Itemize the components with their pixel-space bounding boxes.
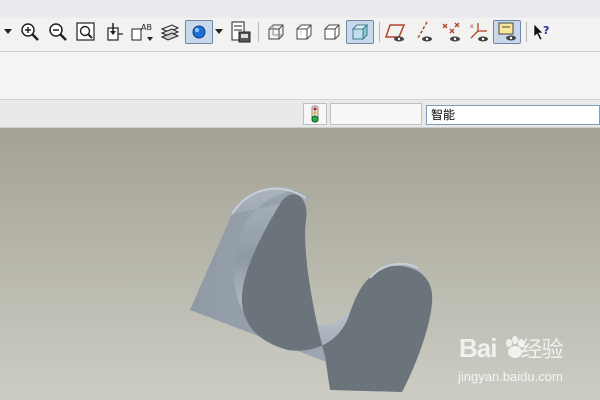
toolbar-separator (258, 22, 259, 42)
message-area (0, 52, 600, 100)
watermark-url: jingyan.baidu.com (458, 369, 563, 384)
shading-icon[interactable] (346, 20, 374, 44)
reorient-icon[interactable] (102, 20, 126, 44)
svg-text:?: ? (543, 24, 549, 37)
dropdown-arrow-icon[interactable] (2, 20, 14, 44)
paw-logo-icon (506, 336, 524, 358)
named-view-icon[interactable]: AB (130, 20, 156, 44)
hidden-line-icon[interactable] (292, 20, 316, 44)
toolbar-top-strip (0, 0, 600, 18)
toolbar-separator (526, 22, 527, 42)
datum-axis-icon[interactable] (412, 20, 436, 44)
no-hidden-icon[interactable] (320, 20, 344, 44)
named-view-label: AB (141, 23, 152, 32)
toolbar-separator (379, 22, 380, 42)
status-message-panel (0, 103, 300, 125)
spin-center-icon[interactable] (185, 20, 213, 44)
annotation-display-icon[interactable] (493, 20, 521, 44)
zoom-in-icon[interactable] (18, 20, 42, 44)
datum-plane-icon[interactable] (384, 20, 408, 44)
context-help-icon[interactable]: ? (529, 20, 553, 44)
selection-filter-select[interactable]: 智能 (426, 105, 600, 125)
regen-status-panel[interactable] (303, 103, 327, 125)
svg-text:x: x (470, 23, 474, 30)
datum-point-icon[interactable] (440, 20, 464, 44)
coordinate-system-icon[interactable]: x (468, 20, 492, 44)
traffic-light-icon (311, 105, 319, 123)
save-view-icon[interactable] (229, 20, 253, 44)
layers-icon[interactable] (158, 20, 182, 44)
main-toolbar: AB x ? (0, 0, 600, 52)
status-empty-panel (330, 103, 422, 125)
watermark-logo-text: Bai (459, 333, 497, 363)
wireframe-icon[interactable] (264, 20, 288, 44)
dropdown-arrow-icon[interactable] (213, 20, 225, 44)
zoom-fit-icon[interactable] (74, 20, 98, 44)
zoom-out-icon[interactable] (46, 20, 70, 44)
